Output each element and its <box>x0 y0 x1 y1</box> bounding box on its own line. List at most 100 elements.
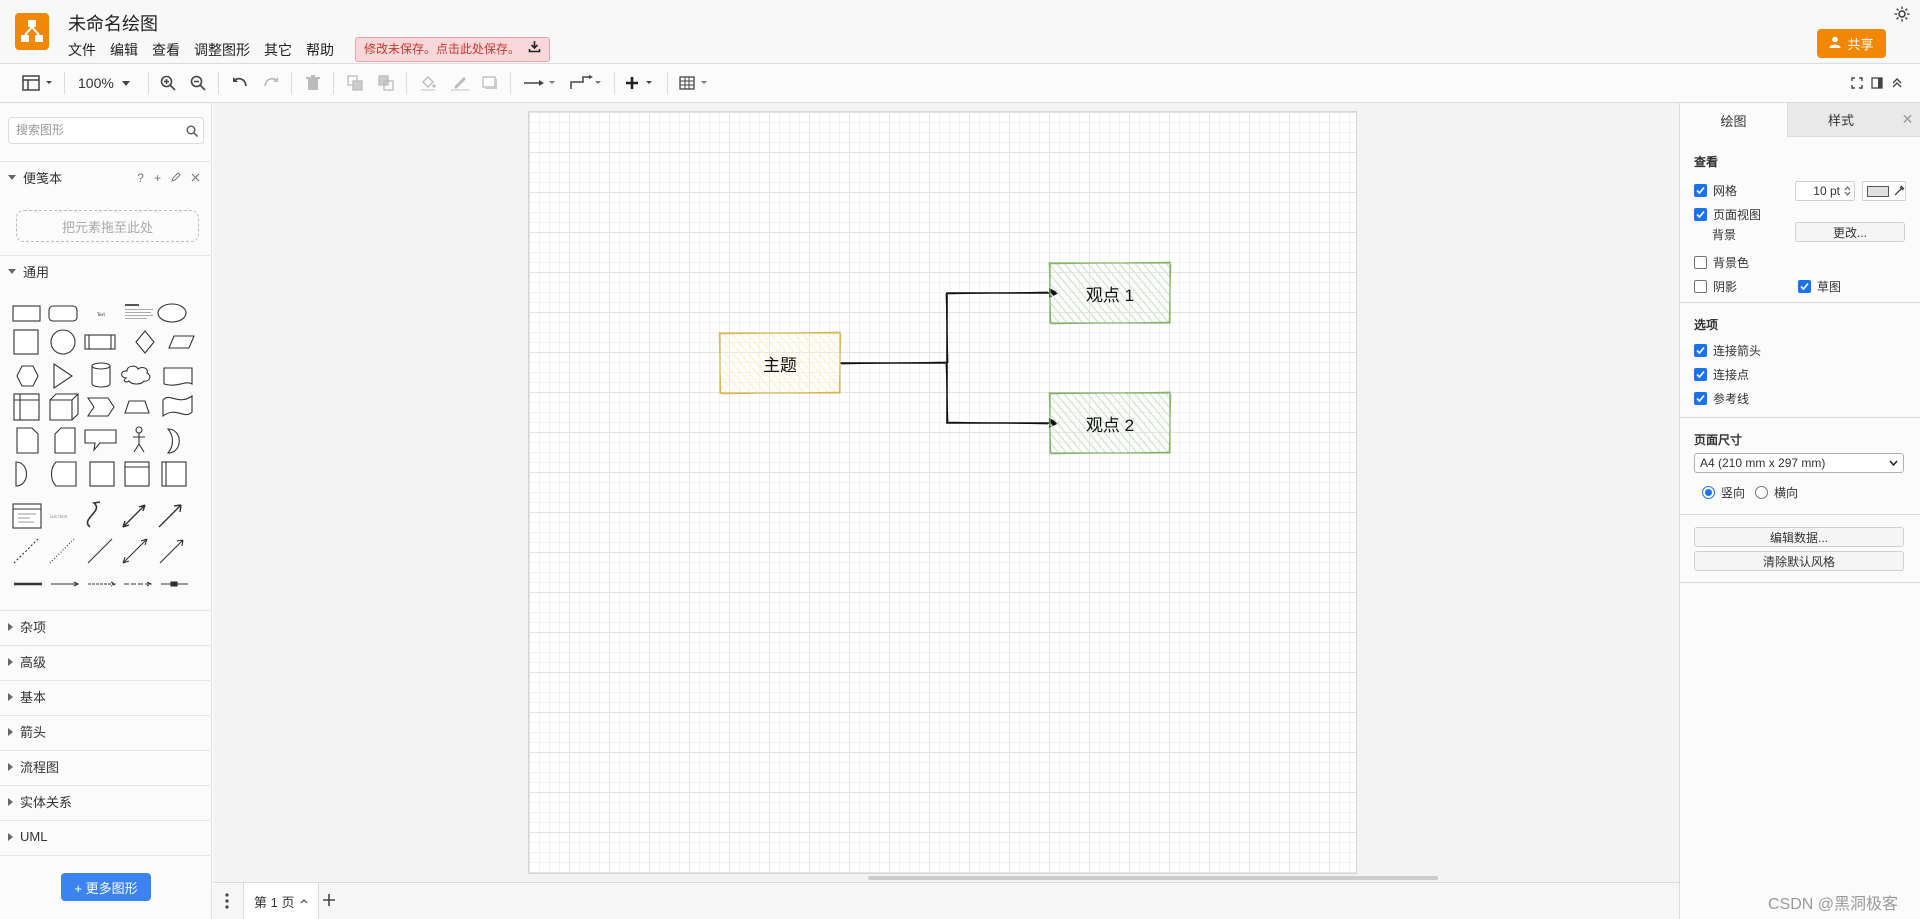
section-misc[interactable]: 杂项 <box>0 610 212 642</box>
connection-arrows-checkbox[interactable]: 连接箭头 <box>1694 342 1761 359</box>
table-icon[interactable] <box>678 72 712 94</box>
share-button[interactable]: 共享 <box>1817 29 1886 58</box>
section-label: 通用 <box>23 265 50 280</box>
fill-color-icon[interactable] <box>418 72 438 94</box>
tab-diagram[interactable]: 绘图 <box>1680 103 1787 137</box>
page-tab[interactable]: 第 1 页 <box>243 883 320 919</box>
document-title[interactable]: 未命名绘图 <box>68 10 158 36</box>
checkbox-checked-icon <box>1694 208 1707 221</box>
cloud-shape <box>121 365 151 385</box>
caret-right-icon <box>8 692 13 701</box>
chevron-down-icon <box>1889 460 1898 466</box>
delete-icon[interactable] <box>303 72 323 94</box>
portrait-radio[interactable]: 竖向 <box>1702 484 1745 501</box>
sketch-checkbox[interactable]: 草图 <box>1798 278 1841 295</box>
square-shape <box>13 329 39 355</box>
clear-default-style-button[interactable]: 清除默认风格 <box>1694 551 1904 571</box>
section-general[interactable]: 通用 <box>0 255 212 287</box>
zoom-in-icon[interactable] <box>158 72 178 94</box>
menu-help[interactable]: 帮助 <box>306 40 334 60</box>
shadow-icon[interactable] <box>480 72 500 94</box>
menu-extras[interactable]: 其它 <box>264 40 292 60</box>
guides-checkbox[interactable]: 参考线 <box>1694 390 1749 407</box>
section-label: 实体关系 <box>20 795 73 810</box>
section-scratchpad[interactable]: 便笺本 ? + <box>0 161 212 193</box>
section-entity-relation[interactable]: 实体关系 <box>0 785 212 817</box>
to-back-icon[interactable] <box>376 72 396 94</box>
grid-size-input[interactable]: 10 pt <box>1795 181 1855 201</box>
toggle-panel-icon[interactable] <box>1869 72 1885 94</box>
diagram-canvas[interactable]: 主题 观点 1 观点 2 <box>213 103 1891 882</box>
page-size-select[interactable]: A4 (210 mm x 297 mm) <box>1694 453 1904 473</box>
unsaved-changes-button[interactable]: 修改未保存。点击此处保存。 <box>355 37 551 62</box>
format-panel-toggle-button[interactable] <box>20 72 56 94</box>
section-arrows[interactable]: 箭头 <box>0 715 212 747</box>
diagram-svg <box>718 261 1172 455</box>
add-icon[interactable]: + <box>154 171 161 185</box>
insert-button[interactable] <box>624 72 658 94</box>
menu-arrange[interactable]: 调整图形 <box>194 40 250 60</box>
page-menu-icon[interactable] <box>225 893 229 909</box>
menu-file[interactable]: 文件 <box>68 40 96 60</box>
svg-text:Text: Text <box>96 312 106 317</box>
change-background-button[interactable]: 更改... <box>1795 222 1905 242</box>
search-icon[interactable] <box>186 125 198 137</box>
radio-unselected-icon <box>1755 486 1768 499</box>
circle-shape <box>50 329 76 355</box>
zoom-out-icon[interactable] <box>188 72 208 94</box>
watermark: CSDN @黑洞极客 <box>1768 896 1899 913</box>
horizontal-scrollbar[interactable] <box>868 876 1438 880</box>
caret-right-icon <box>8 622 13 631</box>
page-view-checkbox[interactable]: 页面视图 <box>1694 206 1761 223</box>
chevron-down-icon <box>121 80 130 86</box>
redo-icon[interactable] <box>261 72 281 94</box>
format-panel: 绘图 样式 ✕ 查看 网格 10 pt 页面视图 背景 更改... 背景色 阴影… <box>1679 103 1920 919</box>
waypoints-button[interactable] <box>568 72 604 94</box>
section-flowchart[interactable]: 流程图 <box>0 750 212 782</box>
fullscreen-icon[interactable] <box>1849 72 1865 94</box>
section-basic[interactable]: 基本 <box>0 680 212 712</box>
close-icon[interactable]: ✕ <box>1894 103 1920 137</box>
grid-color-button[interactable] <box>1862 181 1906 201</box>
search-input[interactable]: 搜索图形 <box>8 117 204 144</box>
page-size-value: A4 (210 mm x 297 mm) <box>1700 456 1826 470</box>
checkbox-checked-icon <box>1694 368 1707 381</box>
close-icon[interactable] <box>191 171 200 185</box>
zoom-select[interactable]: 100% <box>78 72 130 94</box>
landscape-radio[interactable]: 横向 <box>1755 484 1798 501</box>
line-color-icon[interactable] <box>449 72 471 94</box>
caret-right-icon <box>8 762 13 771</box>
connection-points-checkbox[interactable]: 连接点 <box>1694 366 1749 383</box>
tab-style[interactable]: 样式 <box>1787 103 1894 137</box>
shadow-checkbox[interactable]: 阴影 <box>1694 278 1737 295</box>
scratchpad-dropzone[interactable]: 把元素拖至此处 <box>16 210 199 242</box>
spinner-icon[interactable] <box>1844 185 1851 197</box>
grid-checkbox[interactable]: 网格 <box>1694 182 1737 199</box>
collapse-icon[interactable] <box>1889 72 1905 94</box>
edit-data-button[interactable]: 编辑数据... <box>1694 527 1904 547</box>
checkbox-checked-icon <box>1694 392 1707 405</box>
section-uml[interactable]: UML <box>0 820 212 852</box>
view-section-title: 查看 <box>1694 155 1719 169</box>
to-front-icon[interactable] <box>345 72 365 94</box>
actor-shape <box>133 433 145 453</box>
connector-palette[interactable]: List Item <box>8 497 204 597</box>
menubar: 文件 编辑 查看 调整图形 其它 帮助 <box>68 40 348 60</box>
undo-icon[interactable] <box>230 72 250 94</box>
menu-view[interactable]: 查看 <box>152 40 180 60</box>
caret-right-icon <box>8 832 13 841</box>
shape-palette[interactable]: Text <box>8 296 204 506</box>
zoom-level: 100% <box>78 75 114 91</box>
background-color-checkbox[interactable]: 背景色 <box>1694 254 1749 271</box>
section-advanced[interactable]: 高级 <box>0 645 212 677</box>
edit-icon[interactable] <box>171 171 181 185</box>
menu-edit[interactable]: 编辑 <box>110 40 138 60</box>
help-icon[interactable]: ? <box>137 171 144 185</box>
connectors[interactable] <box>840 291 1049 425</box>
internal-storage-shape <box>13 393 40 421</box>
more-shapes-button[interactable]: + 更多图形 <box>61 873 151 901</box>
theme-toggle-icon[interactable] <box>1894 6 1910 22</box>
diagram-page[interactable]: 主题 观点 1 观点 2 <box>528 111 1357 874</box>
connection-style-button[interactable] <box>522 72 558 94</box>
add-page-icon[interactable] <box>321 892 337 908</box>
